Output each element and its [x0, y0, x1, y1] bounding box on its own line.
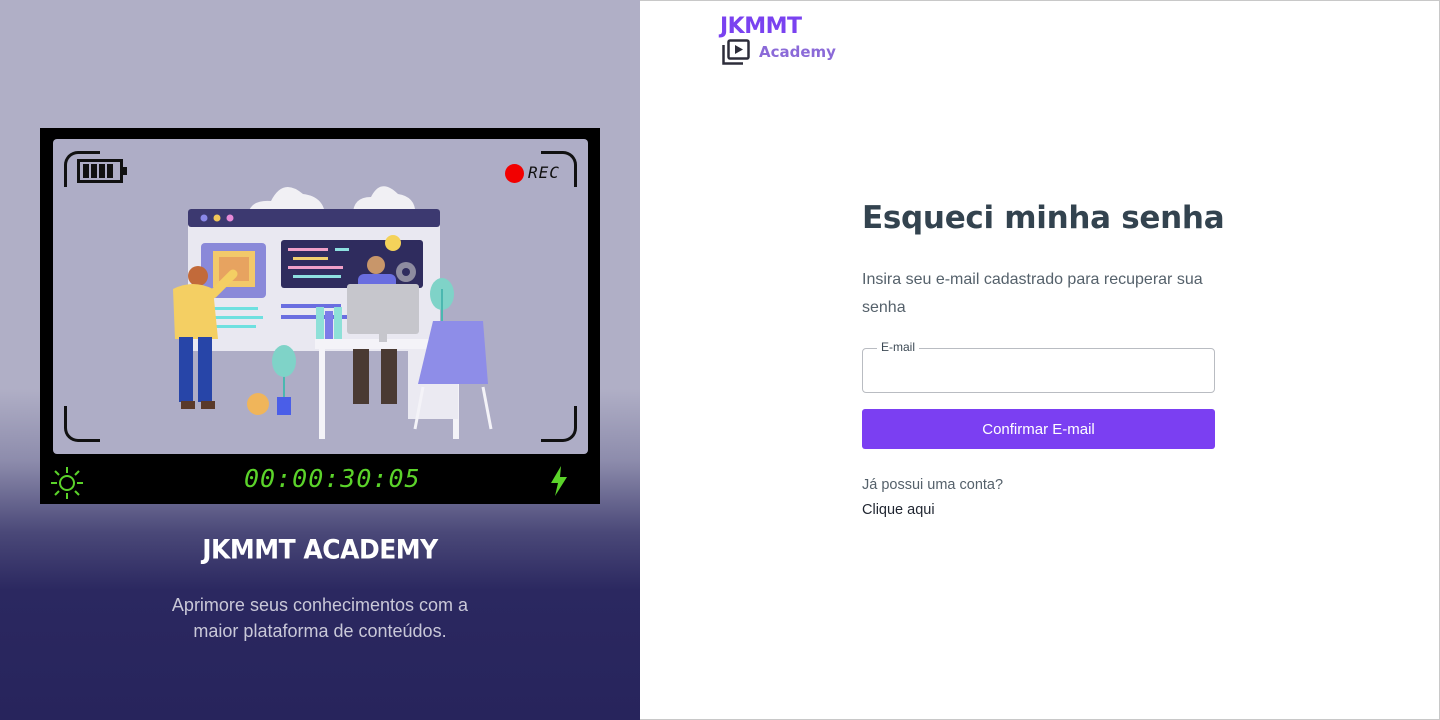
- viewfinder-corner: [541, 406, 577, 442]
- have-account-text: Já possui uma conta?: [862, 477, 1004, 493]
- email-field[interactable]: [862, 348, 1215, 393]
- video-library-icon: [722, 39, 750, 65]
- hero-subtitle: Aprimore seus conhecimentos com a maior …: [171, 595, 469, 641]
- page-title: Esqueci minha senha: [862, 200, 1225, 236]
- brightness-icon: [51, 467, 83, 499]
- logo-sub: Academy: [759, 43, 836, 61]
- confirm-email-button[interactable]: Confirmar E-mail: [862, 409, 1215, 449]
- rec-dot-icon: [505, 164, 524, 183]
- logo-name[interactable]: JKMMT: [720, 14, 802, 39]
- page-description: Insira seu e-mail cadastrado para recupe…: [862, 271, 1203, 316]
- battery-icon: [77, 159, 127, 183]
- hero-title: JKMMT ACADEMY: [202, 533, 438, 566]
- hero-panel: REC 00:00:30:05 JKMMT ACADEMY Aprimore s…: [0, 0, 640, 720]
- recording-timer: 00:00:30:05: [244, 464, 421, 493]
- email-input[interactable]: [863, 349, 1214, 392]
- rec-label: REC: [528, 163, 560, 182]
- login-link[interactable]: Clique aqui: [862, 502, 935, 518]
- flash-icon: [551, 466, 567, 496]
- office-illustration: [173, 186, 493, 439]
- email-label: E-mail: [877, 340, 920, 354]
- viewfinder-corner: [64, 406, 100, 442]
